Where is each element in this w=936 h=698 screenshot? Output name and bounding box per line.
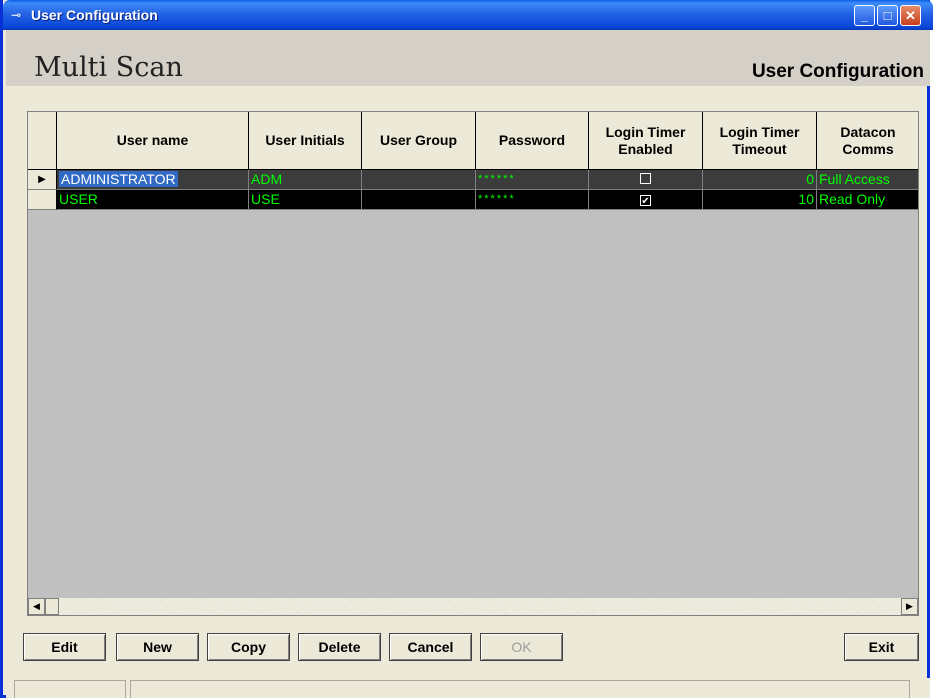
- current-row-indicator-icon: ▶: [28, 170, 57, 190]
- exit-button[interactable]: Exit: [844, 633, 919, 661]
- cell-user-initials[interactable]: ADM: [249, 170, 362, 190]
- brand-title: Multi Scan: [34, 52, 183, 83]
- status-panel: [14, 680, 126, 698]
- cell-user-initials[interactable]: USE: [249, 190, 362, 210]
- title-bar[interactable]: ⊸ User Configuration _ □ ✕: [3, 0, 933, 30]
- maximize-icon: □: [883, 8, 892, 23]
- column-header-user-initials[interactable]: User Initials: [249, 112, 362, 170]
- cancel-button[interactable]: Cancel: [389, 633, 472, 661]
- delete-button[interactable]: Delete: [298, 633, 381, 661]
- close-icon: ✕: [905, 8, 916, 23]
- grid-header: User name User Initials User Group Passw…: [28, 112, 918, 170]
- column-header-login-timer-timeout[interactable]: Login Timer Timeout: [703, 112, 817, 170]
- scroll-right-button[interactable]: ▶: [901, 598, 918, 615]
- page-title: User Configuration: [751, 61, 924, 82]
- close-button[interactable]: ✕: [900, 5, 921, 26]
- application-window: ⊸ User Configuration _ □ ✕ Multi Scan Us…: [0, 0, 933, 698]
- arrow-right-icon: ▶: [906, 601, 913, 611]
- cell-login-timer-enabled[interactable]: [589, 170, 703, 190]
- scroll-left-button[interactable]: ◀: [28, 598, 45, 615]
- cell-user-group[interactable]: [362, 190, 476, 210]
- ok-button[interactable]: OK: [480, 633, 563, 661]
- cell-password[interactable]: ******: [476, 170, 589, 190]
- column-header-login-timer-enabled[interactable]: Login Timer Enabled: [589, 112, 703, 170]
- column-header-datacon-comms[interactable]: Datacon Comms: [817, 112, 918, 170]
- table-row[interactable]: ▶ ADMINISTRATOR ADM ****** 0 Full Access: [28, 170, 918, 190]
- row-indicator: [28, 190, 57, 210]
- arrow-left-icon: ◀: [33, 601, 40, 611]
- minimize-icon: _: [860, 8, 869, 23]
- column-header-user-group[interactable]: User Group: [362, 112, 476, 170]
- column-header-user-name[interactable]: User name: [57, 112, 249, 170]
- table-row[interactable]: USER USE ****** ✔ 10 Read Only: [28, 190, 918, 210]
- window-title: User Configuration: [31, 7, 158, 23]
- cell-login-timer-timeout[interactable]: 10: [703, 190, 817, 210]
- cell-user-name[interactable]: USER: [57, 190, 249, 210]
- horizontal-scrollbar[interactable]: ◀ ▶: [28, 598, 918, 615]
- scroll-thumb[interactable]: [45, 598, 59, 615]
- cell-datacon-comms[interactable]: Full Access: [817, 170, 918, 190]
- user-grid[interactable]: User name User Initials User Group Passw…: [27, 111, 919, 616]
- row-indicator-header: [28, 112, 57, 170]
- cell-user-name[interactable]: ADMINISTRATOR: [57, 170, 249, 190]
- copy-button[interactable]: Copy: [207, 633, 290, 661]
- key-icon: ⊸: [11, 8, 22, 22]
- status-panel: [130, 680, 910, 698]
- cell-login-timer-enabled[interactable]: ✔: [589, 190, 703, 210]
- selected-text: ADMINISTRATOR: [59, 171, 178, 187]
- maximize-button[interactable]: □: [877, 5, 898, 26]
- checkbox-checked[interactable]: ✔: [640, 195, 651, 207]
- cell-user-group[interactable]: [362, 170, 476, 190]
- status-bar: [6, 678, 930, 698]
- cell-password[interactable]: ******: [476, 190, 589, 210]
- checkbox-unchecked[interactable]: [640, 173, 651, 184]
- minimize-button[interactable]: _: [854, 5, 875, 26]
- cell-login-timer-timeout[interactable]: 0: [703, 170, 817, 190]
- header-panel: Multi Scan User Configuration: [6, 30, 930, 86]
- new-button[interactable]: New: [116, 633, 199, 661]
- edit-button[interactable]: Edit: [23, 633, 106, 661]
- cell-datacon-comms[interactable]: Read Only: [817, 190, 918, 210]
- column-header-password[interactable]: Password: [476, 112, 589, 170]
